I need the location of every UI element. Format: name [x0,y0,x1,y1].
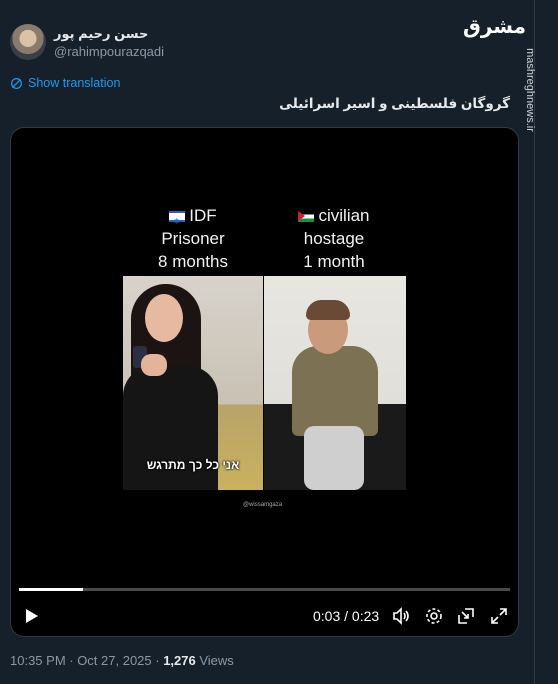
picture-in-picture-icon [458,608,474,624]
tweet-meta: 10:35 PM · Oct 27, 2025 · 1,276 Views [10,653,234,668]
author-handle[interactable]: @rahimpourazqadi [54,44,164,59]
right-caption: civilian hostage 1 month [269,204,399,273]
tweet-timestamp[interactable]: 10:35 PM · Oct 27, 2025 · [10,653,163,668]
progress-bar[interactable] [19,588,510,591]
video-credit: @wissamgaza [243,502,283,508]
views-label: Views [195,653,234,668]
author-name[interactable]: حسن رحیم پور [54,26,148,42]
gear-icon [426,608,442,624]
video-player[interactable]: IDF Prisoner 8 months civilian hostage 1… [10,127,519,637]
pip-button[interactable] [454,604,478,628]
left-caption-line2: Prisoner [161,229,225,248]
translate-icon [11,77,22,89]
play-icon [26,609,38,623]
play-button[interactable] [19,604,43,628]
site-watermark: mashreghnews.ir [520,48,542,138]
tweet: حسن رحیم پور @rahimpourazqadi Show trans… [0,0,530,684]
mashregh-logo: مشرق [462,16,526,38]
progress-fill [19,588,83,591]
tweet-text: گروگان فلسطینی و اسیر اسرائیلی [279,96,510,111]
avatar[interactable] [10,24,46,60]
site-watermark-text: mashreghnews.ir [523,48,536,132]
settings-button[interactable] [422,604,446,628]
volume-icon [393,607,409,625]
right-video-image [264,276,406,490]
palestine-flag-icon [298,211,315,223]
show-translation-label: Show translation [28,76,121,90]
views-count: 1,276 [163,653,196,668]
video-controls: 0:03 / 0:23 [11,598,518,636]
volume-button[interactable] [389,604,413,628]
left-caption: IDF Prisoner 8 months [123,204,263,273]
israel-flag-icon [169,210,186,233]
fullscreen-button[interactable] [487,604,511,628]
video-subtitle: אני כל כך מתרגש [146,458,240,472]
right-caption-line1: civilian [318,206,370,225]
expand-icon [491,608,507,624]
video-frame: IDF Prisoner 8 months civilian hostage 1… [123,198,406,518]
right-caption-line2: hostage [303,229,365,248]
left-caption-line1: IDF [189,206,217,225]
left-caption-line3: 8 months [158,252,228,271]
show-translation-link[interactable]: Show translation [10,76,120,90]
right-caption-line3: 1 month [303,252,365,271]
time-display: 0:03 / 0:23 [313,608,380,624]
